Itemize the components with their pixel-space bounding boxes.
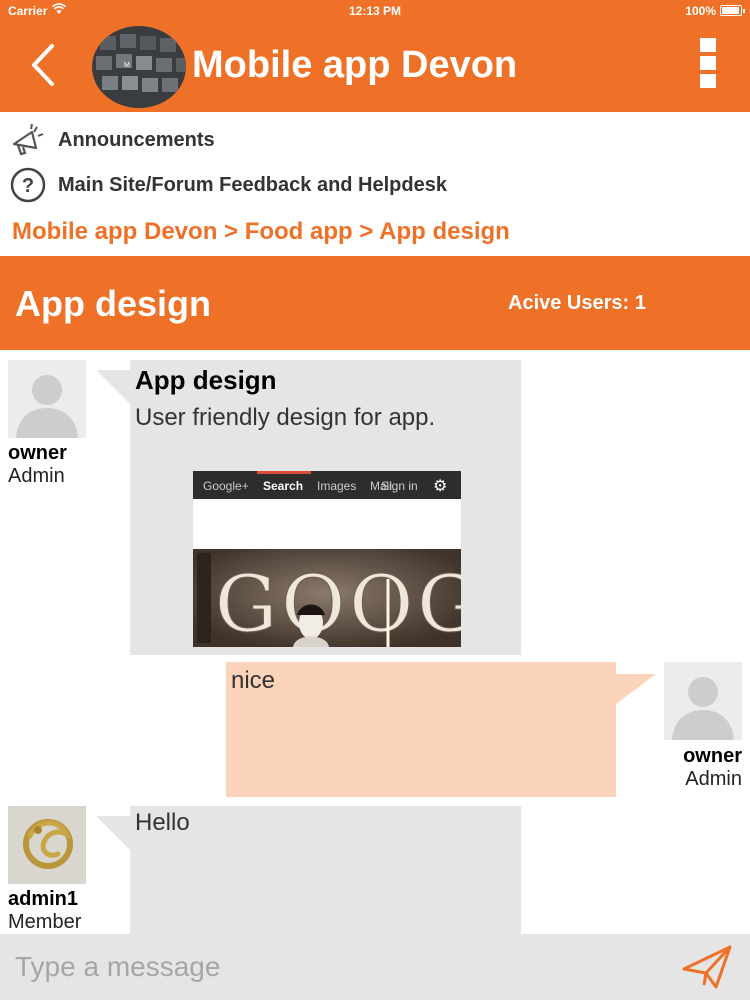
message-author-role: Member (8, 911, 82, 933)
message-bubble[interactable]: App design User friendly design for app.… (130, 360, 521, 655)
breadcrumb[interactable]: Mobile app Devon > Food app > App design (12, 218, 510, 246)
svg-text:?: ? (22, 175, 34, 197)
message-title: App design (135, 365, 277, 395)
bubble-tail (96, 370, 130, 404)
overflow-menu-button[interactable] (700, 38, 716, 92)
battery-percent: 100% (685, 4, 716, 18)
avatar[interactable] (8, 806, 86, 884)
battery-icon (720, 5, 745, 16)
message-bubble[interactable]: nice (226, 662, 616, 797)
attachment-nav-item: Sign in (381, 479, 418, 493)
keyboard-photo: M (92, 26, 186, 108)
message-author-role: Admin (8, 465, 65, 487)
chevron-left-icon (32, 44, 54, 86)
link-label: Announcements (58, 128, 215, 151)
vertical-menu-icon (700, 38, 716, 52)
bubble-tail (96, 816, 130, 850)
avatar[interactable] (664, 662, 742, 740)
message-author[interactable]: admin1 (8, 888, 78, 911)
link-announcements[interactable]: Announcements (10, 122, 215, 158)
avatar[interactable] (8, 360, 86, 438)
link-label: Main Site/Forum Feedback and Helpdesk (58, 173, 447, 196)
message-attachment-image[interactable]: Google+ Search Images Mail Sign in ⚙ GOO… (193, 471, 461, 647)
attachment-google-bar: Google+ Search Images Mail Sign in ⚙ (193, 471, 461, 499)
topic-title: App design (15, 283, 211, 324)
gear-icon: ⚙ (433, 478, 448, 495)
svg-text:M: M (124, 62, 130, 69)
active-users-count: Acive Users: 1 (508, 292, 646, 314)
attachment-nav-item: Images (317, 479, 357, 493)
message-author[interactable]: owner (8, 442, 67, 465)
message-text: User friendly design for app. (135, 404, 436, 431)
page-title: Mobile app Devon (192, 44, 518, 86)
clock: 12:13 PM (348, 4, 402, 18)
megaphone-icon (10, 122, 46, 158)
message-composer (0, 934, 750, 1000)
default-user-icon (664, 662, 742, 740)
group-avatar[interactable]: M (92, 26, 186, 108)
golden-emblem-photo (8, 806, 86, 884)
message-text: nice (231, 667, 276, 694)
forum-links: Announcements ? Main Site/Forum Feedback… (0, 112, 750, 256)
nav-bar: M Mobile app Devon (0, 22, 750, 112)
message-input[interactable] (0, 934, 670, 1000)
topic-header: App design Acive Users: 1 (0, 256, 750, 350)
link-helpdesk[interactable]: ? Main Site/Forum Feedback and Helpdesk (10, 167, 447, 203)
battery-level (722, 7, 739, 14)
doodle-logo-letters: GOOG (215, 560, 461, 647)
message-author-role: Admin (685, 768, 742, 790)
message-bubble[interactable]: Hello (130, 806, 521, 934)
attachment-nav-item: Search (263, 479, 304, 493)
message-author[interactable]: owner (683, 745, 742, 768)
bubble-tail (616, 674, 656, 704)
default-user-icon (8, 360, 86, 438)
attachment-nav-item: Google+ (203, 479, 249, 493)
attachment-doodle: GOOG (193, 549, 461, 647)
send-icon (682, 945, 732, 989)
help-circle-icon: ? (10, 167, 46, 203)
status-bar: Carrier 12:13 PM 100% (0, 0, 750, 22)
back-button[interactable] (20, 40, 68, 90)
message-text: Hello (135, 809, 190, 836)
send-button[interactable] (680, 943, 734, 991)
